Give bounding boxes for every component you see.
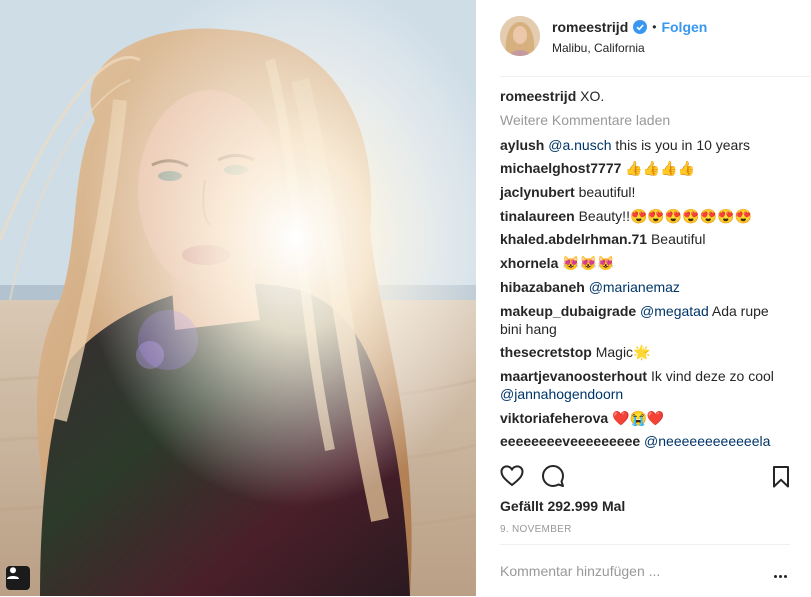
comment-username[interactable]: tinalaureen [500,208,575,224]
mention-link[interactable]: @megatad [640,303,709,319]
comment-username[interactable]: maartjevanoosterhout [500,368,647,384]
comment-item: xhornela 😻😻😻 [500,254,792,272]
post-date: 9. NOVEMBER [500,524,572,535]
comment-input[interactable] [500,561,740,581]
comment-item: michaelghost7777 👍👍👍👍 [500,159,792,177]
comment-item: khaled.abdelrhman.71 Beautiful [500,230,792,248]
comment-item: viktoriafeherova ❤️😭❤️ [500,409,792,427]
mention-link[interactable]: @neeeeeeeeeeeela [644,433,770,449]
like-button[interactable] [500,464,524,493]
bookmark-icon [773,466,789,488]
post-photo[interactable] [0,0,476,596]
comment-username[interactable]: aylush [500,137,544,153]
comments-list: romeestrijd XO. Weitere Kommentare laden… [500,87,792,456]
post-side-panel: romeestrijd • Folgen Malibu, California … [476,0,811,596]
user-tag-icon [7,567,19,579]
comment-item: thesecretstop Magic🌟 [500,343,792,361]
comment-text: 👍👍👍👍 [625,160,696,177]
save-button[interactable] [772,466,790,493]
comment-item: hibazabaneh @marianemaz [500,278,792,296]
instagram-post: romeestrijd • Folgen Malibu, California … [0,0,811,596]
caption-text: XO. [580,88,605,104]
follow-button[interactable]: Folgen [661,19,707,35]
comment-username[interactable]: xhornela [500,255,558,271]
username[interactable]: romeestrijd [552,19,628,35]
comment-username[interactable]: khaled.abdelrhman.71 [500,231,647,247]
comment-text: 😻😻😻 [562,255,615,272]
speech-bubble-icon [542,465,564,487]
post-header: romeestrijd • Folgen Malibu, California [500,0,810,77]
comment-username[interactable]: viktoriafeherova [500,410,608,426]
comment-item: maartjevanoosterhout Ik vind deze zo coo… [500,367,792,403]
heart-outline-icon [500,465,524,487]
comment-username[interactable]: eeeeeeeeveeeeeeeee [500,433,640,449]
photo-illustration [0,0,476,596]
avatar[interactable] [500,16,540,56]
more-options-button[interactable] [774,565,790,578]
user-tag-button[interactable] [6,566,30,590]
comment-item: jaclynubert beautiful! [500,183,792,201]
username-row: romeestrijd • Folgen [552,19,707,35]
comment-username[interactable]: hibazabaneh [500,279,585,295]
comment-username[interactable]: michaelghost7777 [500,160,621,176]
separator-dot: • [652,20,657,34]
comment-item: eeeeeeeeveeeeeeeee @neeeeeeeeeeeela [500,432,792,450]
likes-count[interactable]: Gefällt 292.999 Mal [500,498,625,514]
load-more-comments-button[interactable]: Weitere Kommentare laden [500,111,792,129]
add-comment-section [500,544,790,597]
ellipsis-icon [774,575,777,578]
comment-text: Magic🌟 [595,344,651,361]
comment-text: ❤️😭❤️ [612,409,665,426]
mention-link[interactable]: @jannahogendoorn [500,386,623,402]
comment-username[interactable]: makeup_dubaigrade [500,303,636,319]
verified-badge-icon [633,20,648,34]
comment-text: Ik vind deze zo cool [650,367,774,384]
comment-button[interactable] [541,464,565,493]
comment-text: this is you in 10 years [611,136,751,153]
comment-item: makeup_dubaigrade @megatad Ada rupe bini… [500,302,792,338]
comment-item: tinalaureen Beauty!!😍😍😍😍😍😍😍 [500,207,792,225]
comment-items: aylush @a.nusch this is you in 10 years m… [500,136,792,451]
comment-username[interactable]: jaclynubert [500,184,575,200]
comment-text: Beauty!!😍😍😍😍😍😍😍 [578,207,752,224]
comment-item: aylush @a.nusch this is you in 10 years [500,136,792,154]
caption: romeestrijd XO. [500,87,792,105]
mention-link[interactable]: @marianemaz [589,279,680,295]
avatar-image [500,16,540,56]
mention-link[interactable]: @a.nusch [548,137,611,153]
location-link[interactable]: Malibu, California [552,41,645,55]
caption-username[interactable]: romeestrijd [500,88,576,104]
comment-text: beautiful! [578,184,636,201]
action-bar [500,464,790,490]
comment-text: Beautiful [650,231,706,248]
comment-username[interactable]: thesecretstop [500,344,592,360]
